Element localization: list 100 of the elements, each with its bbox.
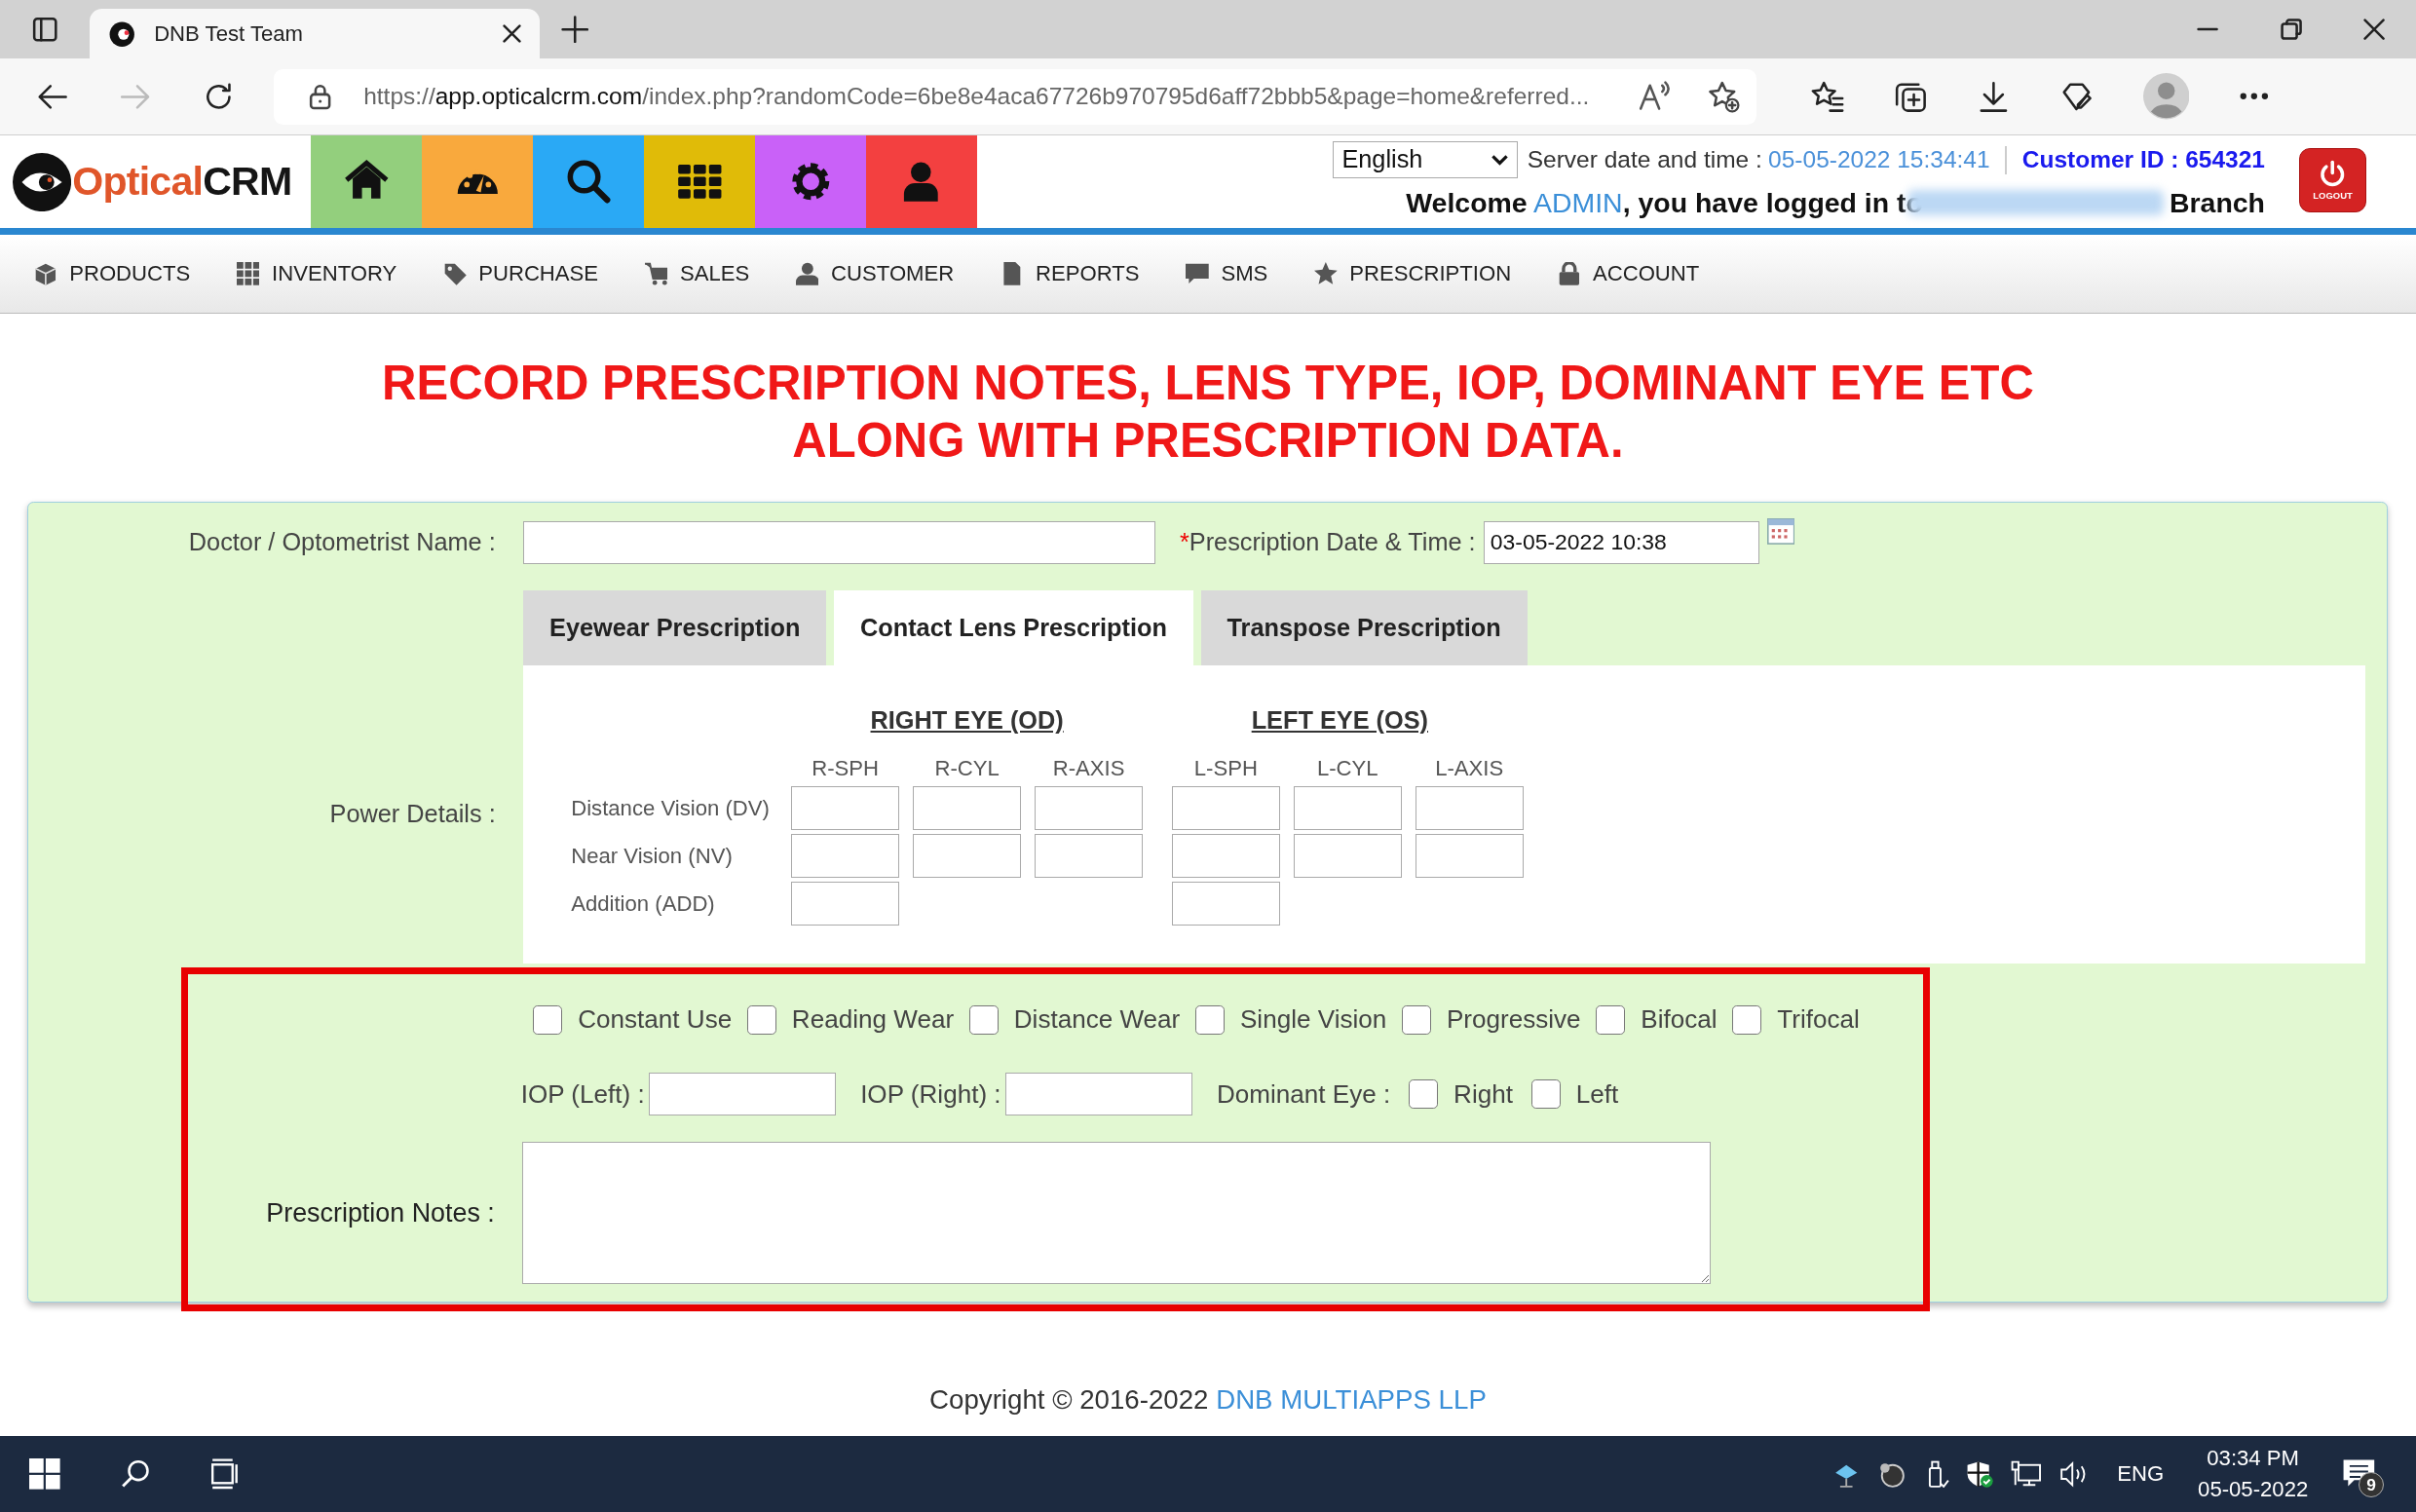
nav-link[interactable]: REPORTS <box>1000 257 1140 290</box>
menu-tile[interactable] <box>533 135 645 229</box>
welcome-text: Welcome <box>1406 185 1528 220</box>
nav-link[interactable]: SALES <box>644 257 750 290</box>
restore-icon[interactable] <box>2280 19 2302 41</box>
field-label: IOP (Right) : <box>860 1077 1001 1111</box>
nav-link[interactable]: CUSTOMER <box>795 257 955 290</box>
menu-tile[interactable] <box>644 135 755 229</box>
address-field[interactable]: https://app.opticalcrm.com/index.php?randomCode=6be8e4aca67726b970795d6aff72bbb5&page=home&referred... <box>274 68 1756 125</box>
box-icon <box>33 262 57 285</box>
nav-link[interactable]: INVENTORY <box>236 257 397 290</box>
checkbox-label: Left <box>1575 1077 1619 1111</box>
page-heading: ALONG WITH PRESCRIPTION DATA. <box>792 412 1624 469</box>
tag-icon <box>442 262 467 285</box>
close-icon[interactable] <box>2363 19 2386 41</box>
calendar-icon[interactable] <box>1766 518 1794 546</box>
logo-text: OpticalCRM <box>72 157 292 206</box>
nav-link[interactable]: ACCOUNT <box>1557 257 1700 290</box>
checkbox[interactable] <box>747 1004 777 1035</box>
lock-icon <box>308 82 333 111</box>
add-favorite-icon[interactable] <box>1707 79 1742 114</box>
cart-icon <box>644 262 668 285</box>
language-indicator[interactable]: ENG <box>2117 1457 2165 1491</box>
nav-link[interactable]: PRODUCTS <box>33 257 191 290</box>
iop-left-input[interactable] <box>649 1073 836 1116</box>
read-aloud-icon[interactable] <box>1638 81 1672 112</box>
logout-button[interactable]: LOGOUT <box>2298 147 2367 213</box>
task-view-icon[interactable] <box>209 1458 241 1490</box>
url-text: https://app.opticalcrm.com/index.php?randomCode=6be8e4aca67726b970795d6aff72bbb5&page=home&referred... <box>363 81 1590 111</box>
power-input[interactable] <box>1171 786 1280 830</box>
checkbox-label: Bifocal <box>1641 1003 1718 1037</box>
search-icon[interactable] <box>120 1458 151 1490</box>
favicon-icon <box>107 19 136 48</box>
windows-icon[interactable] <box>29 1458 60 1490</box>
checkbox[interactable] <box>533 1004 563 1035</box>
power-icon <box>2319 159 2347 188</box>
power-input[interactable] <box>1171 834 1280 878</box>
checkbox[interactable] <box>1409 1079 1439 1110</box>
power-input[interactable] <box>791 786 900 830</box>
caret-icon <box>1491 154 1510 167</box>
star-icon <box>1313 262 1338 285</box>
power-input[interactable] <box>1415 786 1524 830</box>
iop-right-input[interactable] <box>1005 1073 1192 1116</box>
field-label: Power Details : <box>328 798 496 829</box>
checkbox[interactable] <box>1195 1004 1226 1035</box>
power-input[interactable] <box>791 882 900 926</box>
prescription-tab[interactable]: Contact Lens Prescription <box>834 589 1193 666</box>
checkbox-label: Constant Use <box>578 1003 733 1037</box>
power-input[interactable] <box>791 834 900 878</box>
page-heading: RECORD PRESCRIPTION NOTES, LENS TYPE, IOP, DOMINANT EYE ETC <box>382 356 2034 412</box>
prescription-tab[interactable]: Transpose Prescription <box>1200 589 1528 666</box>
power-input[interactable] <box>1171 882 1280 926</box>
power-input[interactable] <box>1415 834 1524 878</box>
field-label: Doctor / Optometrist Name : <box>187 526 496 557</box>
more-icon[interactable] <box>2238 92 2270 101</box>
row-label: Addition (ADD) <box>571 889 716 918</box>
power-input[interactable] <box>1035 786 1143 830</box>
power-input[interactable] <box>1293 834 1402 878</box>
logo-icon <box>12 152 71 211</box>
nav-link[interactable]: SMS <box>1186 257 1268 290</box>
menu-tile[interactable] <box>422 135 534 229</box>
shield-icon[interactable] <box>1966 1459 1994 1489</box>
section-heading: RIGHT EYE (OD) <box>869 705 1065 737</box>
browser-tab[interactable]: DNB Test Team <box>89 9 540 59</box>
date-input[interactable]: 03-05-2022 10:38 <box>1483 520 1759 564</box>
checkbox[interactable] <box>1402 1004 1432 1035</box>
checkbox[interactable] <box>1732 1004 1762 1035</box>
new-tab-icon[interactable] <box>560 15 589 44</box>
grid-icon <box>236 262 260 285</box>
network-icon[interactable] <box>2011 1459 2042 1489</box>
field-label: IOP (Left) : <box>520 1077 645 1111</box>
copyright-text: Copyright © 2016-2022 DNB MULTIAPPS LLP <box>928 1383 1488 1418</box>
power-input[interactable] <box>1035 834 1143 878</box>
column-header: L-AXIS <box>1434 754 1505 782</box>
checkbox[interactable] <box>1596 1004 1626 1035</box>
menu-tile[interactable] <box>311 135 423 229</box>
chat-icon <box>1186 262 1209 285</box>
power-input[interactable] <box>913 786 1021 830</box>
server-time-label: Server date and time : <box>1527 145 1762 175</box>
checkbox[interactable] <box>968 1004 999 1035</box>
tab-actions-icon[interactable] <box>30 15 59 44</box>
menu-tile[interactable] <box>865 135 977 229</box>
menu-tile[interactable] <box>754 135 866 229</box>
nav-link[interactable]: PURCHASE <box>442 257 599 290</box>
power-input[interactable] <box>913 834 1021 878</box>
language-select[interactable]: English <box>1333 141 1519 179</box>
doctor-name-input[interactable] <box>523 520 1155 564</box>
notification-badge: 9 <box>2359 1472 2384 1497</box>
prescription-tab[interactable]: Eyewear Prescription <box>523 589 827 666</box>
profile-avatar-icon[interactable] <box>2142 73 2190 120</box>
clock[interactable]: 03:34 PM 05-05-2022 <box>2198 1443 2309 1505</box>
power-input[interactable] <box>1293 786 1402 830</box>
row-label: Distance Vision (DV) <box>571 794 771 822</box>
checkbox[interactable] <box>1530 1079 1561 1110</box>
column-header: R-SPH <box>811 754 881 782</box>
checkbox-label: Reading Wear <box>791 1003 955 1037</box>
nav-link[interactable]: PRESCRIPTION <box>1313 257 1512 290</box>
favorites-icon[interactable] <box>1810 79 1845 114</box>
close-icon[interactable] <box>502 24 521 44</box>
lock-icon <box>1557 262 1581 285</box>
